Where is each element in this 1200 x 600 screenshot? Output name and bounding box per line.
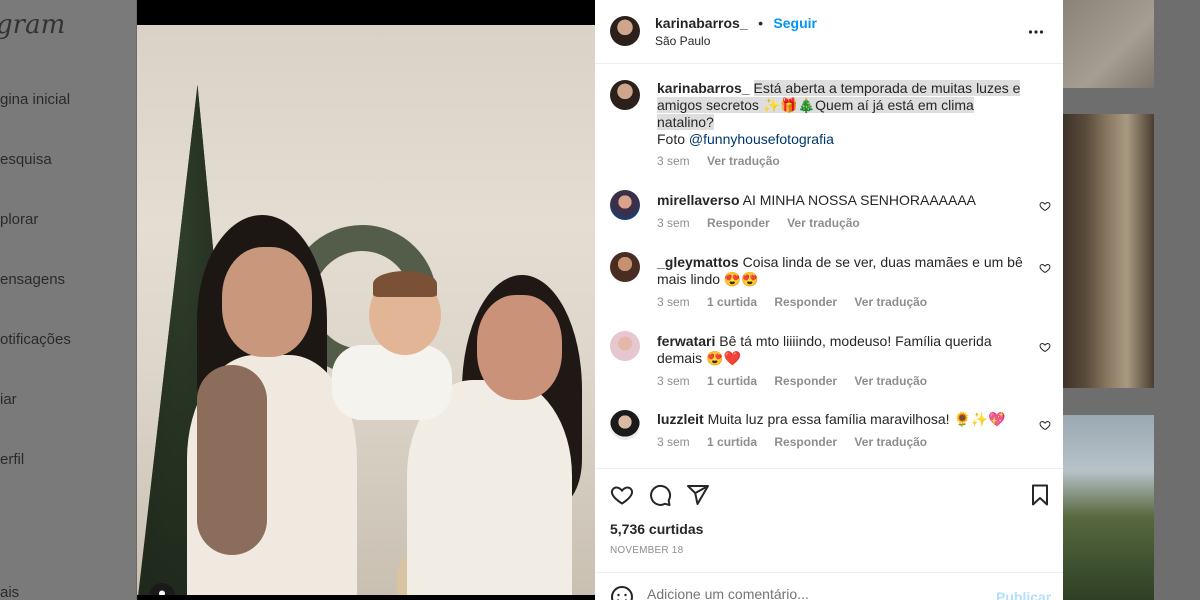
post-header: karinabarros_ • Seguir São Paulo: [595, 0, 1063, 64]
comment-likes[interactable]: 1 curtida: [707, 435, 757, 449]
separator-dot: •: [758, 15, 763, 31]
comment-time[interactable]: 3 sem: [657, 295, 690, 309]
see-translation-button[interactable]: Ver tradução: [854, 374, 927, 388]
reply-button[interactable]: Responder: [774, 374, 837, 388]
see-translation-button[interactable]: Ver tradução: [854, 435, 927, 449]
reply-button[interactable]: Responder: [774, 295, 837, 309]
nav-more: ais: [0, 584, 20, 600]
location[interactable]: São Paulo: [655, 34, 710, 48]
nav-notifications: otificações: [0, 331, 71, 348]
bookmark-icon[interactable]: [1028, 483, 1052, 507]
publish-button[interactable]: Publicar: [996, 589, 1051, 600]
add-comment-bar: Publicar: [595, 572, 1063, 600]
comment-time[interactable]: 3 sem: [657, 435, 690, 449]
see-translation-button[interactable]: Ver tradução: [787, 216, 860, 230]
heart-icon[interactable]: [1039, 262, 1051, 274]
author-username[interactable]: karinabarros_: [655, 15, 748, 31]
nav-home: gina inicial: [0, 91, 71, 108]
reply-button[interactable]: Responder: [774, 435, 837, 449]
comment-likes[interactable]: 1 curtida: [707, 295, 757, 309]
avatar[interactable]: [610, 331, 640, 361]
nav-explore: plorar: [0, 211, 39, 228]
grid-thumbnail: [1063, 114, 1154, 388]
grid-thumbnail: [1063, 415, 1154, 600]
comment-time[interactable]: 3 sem: [657, 216, 690, 230]
nav-messages: ensagens: [0, 271, 66, 288]
caption-time[interactable]: 3 sem: [657, 154, 690, 168]
comment-time[interactable]: 3 sem: [657, 374, 690, 388]
caption-username[interactable]: karinabarros_: [657, 80, 750, 96]
see-translation-button[interactable]: Ver tradução: [707, 154, 780, 168]
heart-icon[interactable]: [1039, 200, 1051, 212]
caption-mention-link[interactable]: @funnyhousefotografia: [689, 131, 834, 147]
emoji-icon[interactable]: [610, 585, 634, 600]
comment-username[interactable]: _gleymattos: [657, 254, 739, 270]
comment-likes[interactable]: 1 curtida: [707, 374, 757, 388]
comment-text: Muita luz pra essa família maravilhosa! …: [707, 411, 1006, 427]
nav-profile: erfil: [0, 451, 25, 468]
post-date[interactable]: NOVEMBER 18: [610, 545, 683, 556]
avatar[interactable]: [610, 252, 640, 282]
comment-username[interactable]: ferwatari: [657, 333, 715, 349]
like-icon[interactable]: [610, 483, 634, 507]
comment-input[interactable]: [647, 586, 977, 600]
avatar[interactable]: [610, 80, 640, 110]
comment-text: AI MINHA NOSSA SENHORAAAAAA: [742, 192, 977, 208]
post-photo: [137, 25, 595, 595]
comments-section[interactable]: karinabarros_ Está aberta a temporada de…: [595, 64, 1063, 468]
nav-search: esquisa: [0, 151, 52, 168]
nav-create: iar: [0, 391, 17, 408]
share-icon[interactable]: [686, 483, 710, 507]
instagram-logo: gram: [0, 10, 66, 40]
post-actions: 5,736 curtidas NOVEMBER 18: [595, 468, 1063, 572]
background-sidebar: gram gina inicial esquisa plorar ensagen…: [0, 0, 136, 600]
avatar[interactable]: [610, 190, 640, 220]
more-horizontal-icon[interactable]: [1028, 24, 1044, 45]
like-count[interactable]: 5,736 curtidas: [610, 521, 703, 537]
post-media: [137, 0, 595, 600]
post-panel: karinabarros_ • Seguir São Paulo karinab…: [595, 0, 1063, 600]
comment-username[interactable]: luzzleit: [657, 411, 704, 427]
heart-icon[interactable]: [1039, 419, 1051, 431]
heart-icon[interactable]: [1039, 341, 1051, 353]
reply-button[interactable]: Responder: [707, 216, 770, 230]
follow-button[interactable]: Seguir: [773, 15, 817, 31]
comment-icon[interactable]: [648, 483, 672, 507]
caption-credit-prefix: Foto: [657, 131, 689, 147]
avatar[interactable]: [610, 16, 640, 46]
grid-thumbnail: [1063, 0, 1154, 88]
comment-username[interactable]: mirellaverso: [657, 192, 740, 208]
avatar[interactable]: [610, 410, 640, 440]
see-translation-button[interactable]: Ver tradução: [854, 295, 927, 309]
